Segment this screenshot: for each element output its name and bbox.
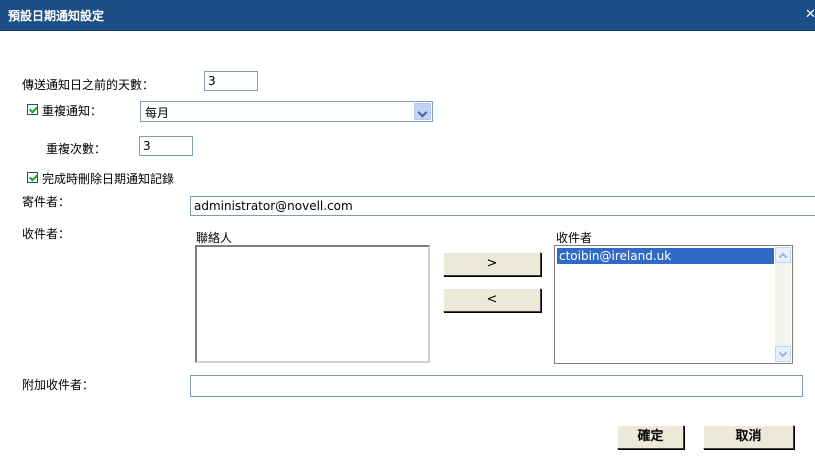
days-before-label: 傳送通知日之前的天數： — [22, 78, 155, 92]
chevron-down-icon[interactable] — [414, 103, 431, 120]
repeat-interval-select[interactable]: 每月 — [140, 101, 433, 122]
remove-recipient-button[interactable]: < — [443, 288, 541, 312]
notification-settings-dialog: 預設日期通知設定 ✕ 傳送通知日之前的天數： 3 重複通知： 每月 重複次數： … — [0, 0, 815, 472]
scroll-down-icon[interactable] — [775, 346, 791, 362]
repeat-interval-value: 每月 — [145, 106, 170, 120]
recipients-label: 收件者： — [22, 227, 71, 241]
recipients-header: 收件者 — [556, 231, 593, 245]
ok-button[interactable]: 確定 — [617, 425, 684, 449]
cancel-button[interactable]: 取消 — [703, 425, 794, 449]
repeat-count-input[interactable]: 3 — [139, 136, 193, 156]
dialog-title: 預設日期通知設定 — [8, 9, 105, 23]
extra-recipients-input[interactable] — [190, 375, 803, 397]
repeat-label: 重複通知： — [42, 104, 103, 118]
scrollbar[interactable] — [775, 247, 791, 362]
days-before-input[interactable]: 3 — [204, 71, 258, 91]
contacts-header: 聯絡人 — [196, 231, 233, 245]
delete-on-complete-label: 完成時刪除日期通知記錄 — [42, 172, 175, 186]
scroll-up-icon[interactable] — [775, 247, 791, 263]
add-recipient-button[interactable]: > — [443, 252, 541, 276]
sender-label: 寄件者： — [22, 195, 71, 209]
title-bar: 預設日期通知設定 ✕ — [0, 0, 815, 31]
delete-on-complete-checkbox[interactable] — [27, 172, 38, 183]
repeat-checkbox[interactable] — [27, 104, 38, 115]
repeat-count-label: 重複次數： — [46, 142, 107, 156]
close-icon[interactable]: ✕ — [805, 8, 815, 22]
extra-recipients-label: 附加收件者： — [22, 378, 95, 392]
contacts-list[interactable] — [195, 245, 430, 363]
list-item[interactable]: ctoibin@ireland.uk — [557, 248, 774, 264]
recipients-list[interactable]: ctoibin@ireland.uk — [554, 245, 793, 364]
sender-input[interactable]: administrator@novell.com — [190, 196, 815, 216]
